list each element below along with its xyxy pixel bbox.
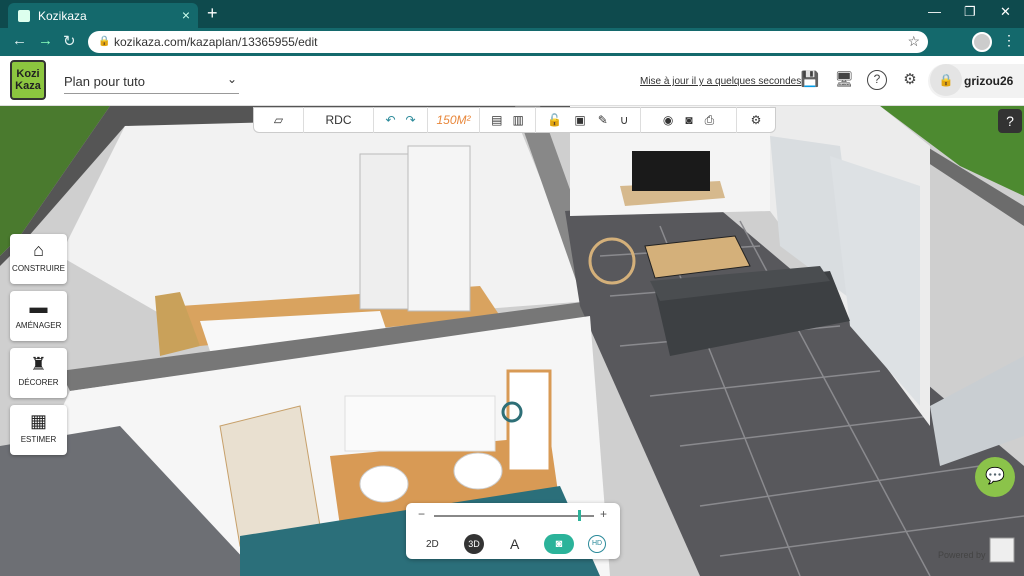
plan-name: Plan pour tuto xyxy=(64,74,145,89)
kozikaza-mini-logo xyxy=(989,537,1015,563)
tv xyxy=(632,151,710,191)
mirror xyxy=(344,395,496,452)
chat-icon[interactable]: 💬 xyxy=(975,457,1015,497)
reload-icon[interactable]: ↻ xyxy=(63,32,76,50)
tab-title: Kozikaza xyxy=(38,8,87,23)
close-tab-icon[interactable]: × xyxy=(182,7,190,23)
sidebar-item-construire[interactable]: ⌂ CONSTRUIRE xyxy=(10,234,67,284)
floor-3d-icon[interactable]: ▱ xyxy=(254,107,304,133)
sidebar-item-label: DÉCORER xyxy=(18,378,59,387)
back-icon[interactable]: ← xyxy=(12,32,27,49)
favicon-icon xyxy=(18,9,30,22)
wardrobe-shelf xyxy=(359,153,416,310)
forward-icon[interactable]: → xyxy=(38,32,53,49)
undo-icon[interactable]: ↶ xyxy=(385,113,395,127)
save-status-link[interactable]: Mise à jour il y a quelques secondes xyxy=(640,76,801,87)
close-window-icon[interactable]: ✕ xyxy=(1000,4,1011,20)
undo-redo-group: ↶ ↷ xyxy=(374,107,428,133)
presentation-icon[interactable]: 🖥 xyxy=(834,70,854,90)
sink-left xyxy=(359,465,409,503)
wardrobe xyxy=(407,145,471,312)
address-bar-row: ← → ↻ 🔒 kozikaza.com/kazaplan/13365955/e… xyxy=(0,28,1024,56)
mode-3d-button[interactable]: 3D xyxy=(464,534,484,554)
pencil-icon[interactable]: ✎ xyxy=(598,113,608,127)
user-menu[interactable]: 🔒 grizou26 xyxy=(928,64,1024,98)
lock-icon: 🔒 xyxy=(98,36,111,47)
document-icon[interactable]: ▤ xyxy=(491,113,502,127)
area-display[interactable]: 150M² xyxy=(428,107,480,133)
scene-help-icon[interactable]: ? xyxy=(998,109,1022,133)
eye-icon[interactable]: ◉ xyxy=(663,113,673,127)
app-header: Kozi Kaza Plan pour tuto ⌄ Mise à jour i… xyxy=(0,56,1024,106)
lamp-icon: ♜ xyxy=(30,354,47,374)
user-avatar-lock-icon: 🔒 xyxy=(930,64,962,96)
text-mode-button[interactable]: A xyxy=(510,536,519,552)
browser-tab-bar: Kozikaza × + — ❐ ✕ xyxy=(0,0,1024,28)
sidebar-item-amenager[interactable]: ▬ AMÉNAGER xyxy=(10,291,67,341)
profile-avatar[interactable] xyxy=(972,32,992,52)
restore-icon[interactable]: ❐ xyxy=(964,4,976,20)
zoom-out-button[interactable]: − xyxy=(418,507,425,521)
camera-mode-icon[interactable]: ◙ xyxy=(544,534,574,554)
redo-icon[interactable]: ↷ xyxy=(406,113,416,127)
edit-tools-group: 🔓 ▣ ✎ ∪ xyxy=(536,107,641,133)
plan-selector[interactable]: Plan pour tuto ⌄ xyxy=(64,72,239,94)
view-control-panel: − + 2D 3D A ◙ HD xyxy=(406,503,620,559)
browser-tab[interactable]: Kozikaza × xyxy=(8,3,198,28)
mode-2d-button[interactable]: 2D xyxy=(426,539,439,550)
powered-by-text: Powered by xyxy=(938,550,986,560)
lock-tool-icon[interactable]: 🔓 xyxy=(547,113,562,127)
camera-icon[interactable]: ◙ xyxy=(685,113,692,127)
floor-selector[interactable]: RDC xyxy=(304,107,374,133)
sidebar-item-estimer[interactable]: ▦ ESTIMER xyxy=(10,405,67,455)
new-tab-button[interactable]: + xyxy=(207,3,218,24)
chevron-down-icon: ⌄ xyxy=(226,72,237,86)
menu-kebab-icon[interactable]: ⋮ xyxy=(1002,32,1016,49)
sidebar-item-decorer[interactable]: ♜ DÉCORER xyxy=(10,348,67,398)
editor-toolbar: ▱ RDC ↶ ↷ 150M² ▤ ▥ 🔓 ▣ ✎ ∪ ◉ ◙ ⎙ ⚙ xyxy=(253,107,776,133)
sidebar-item-label: CONSTRUIRE xyxy=(12,264,65,273)
save-icon[interactable]: 💾 xyxy=(800,70,820,90)
zoom-slider-handle[interactable] xyxy=(578,510,581,521)
zoom-slider[interactable] xyxy=(434,515,594,517)
url-field[interactable]: 🔒 kozikaza.com/kazaplan/13365955/edit ☆ xyxy=(88,31,928,53)
kozikaza-logo[interactable]: Kozi Kaza xyxy=(10,60,46,100)
cube-icon[interactable]: ▣ xyxy=(574,113,585,127)
print-icon[interactable]: ⎙ xyxy=(705,113,715,128)
map-icon[interactable]: ▥ xyxy=(513,113,524,127)
doc-map-group: ▤ ▥ xyxy=(480,107,536,133)
sidebar-item-label: AMÉNAGER xyxy=(15,321,62,330)
sidebar-item-label: ESTIMER xyxy=(20,435,57,444)
view-tools-group: ◉ ◙ ⎙ xyxy=(641,107,737,133)
minimize-icon[interactable]: — xyxy=(928,4,941,19)
house-icon: ⌂ xyxy=(33,240,44,260)
magnet-icon[interactable]: ∪ xyxy=(620,113,629,127)
settings-gear-icon[interactable]: ⚙ xyxy=(900,70,920,90)
sofa-icon: ▬ xyxy=(29,297,48,317)
bookmark-star-icon[interactable]: ☆ xyxy=(907,33,920,50)
toolbar-settings-icon[interactable]: ⚙ xyxy=(737,107,775,133)
hd-button[interactable]: HD xyxy=(588,535,606,553)
clipboard-icon: ▦ xyxy=(29,411,47,431)
url-text: kozikaza.com/kazaplan/13365955/edit xyxy=(114,35,318,49)
username: grizou26 xyxy=(964,74,1014,88)
sink-right xyxy=(453,452,503,490)
help-icon[interactable]: ? xyxy=(867,70,887,90)
zoom-in-button[interactable]: + xyxy=(600,507,607,521)
